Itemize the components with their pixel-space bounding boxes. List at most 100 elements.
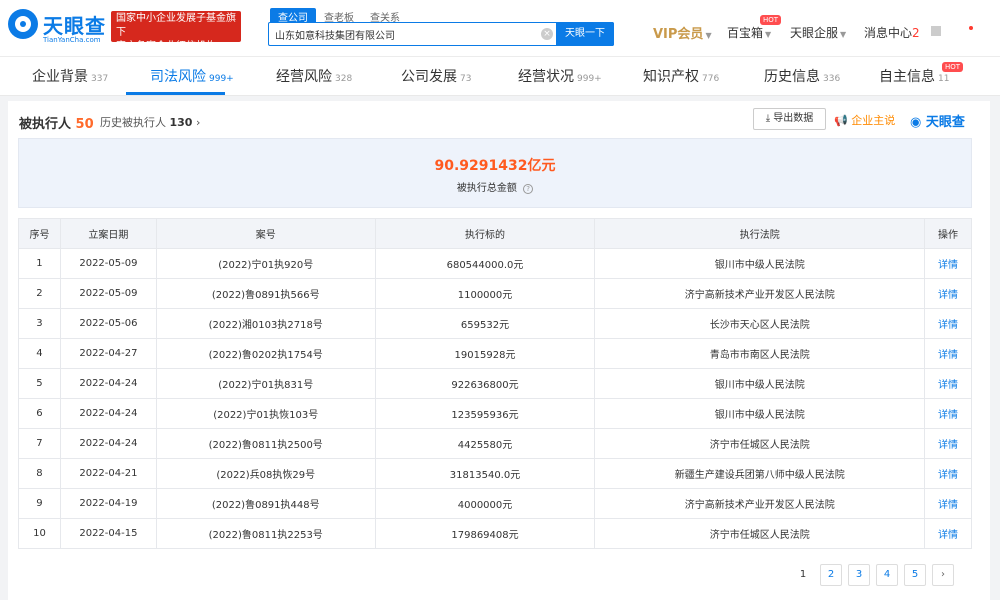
history-label: 历史被执行人 <box>100 116 166 129</box>
cell-case-number: (2022)鲁0811执2253号 <box>155 518 376 549</box>
owner-say-link[interactable]: 📢 企业主说 <box>834 112 895 128</box>
chevron-down-icon: ▼ <box>765 30 772 39</box>
tab-operating-risk[interactable]: 经营风险 328 <box>276 66 352 86</box>
detail-link[interactable]: 详情 <box>924 278 972 309</box>
gov-line-1: 国家中小企业发展子基金旗下 <box>116 13 236 38</box>
tab-label: 经营风险 <box>276 69 332 85</box>
cell-amount: 659532元 <box>374 308 596 339</box>
page-2-button[interactable]: 2 <box>820 564 842 586</box>
gov-certification-badge: 国家中小企业发展子基金旗下 官方备案企业征信机构 <box>111 11 241 52</box>
brand-logo: ◉ 天眼查 <box>910 111 965 130</box>
detail-link[interactable]: 详情 <box>924 458 972 489</box>
table-row: 6 2022-04-24 (2022)宁01执恢103号 123595936元 银川市中… <box>18 398 972 429</box>
detail-link[interactable]: 详情 <box>924 368 972 399</box>
detail-link[interactable]: 详情 <box>924 518 972 549</box>
page-5-button[interactable]: 5 <box>904 564 926 586</box>
export-data-button[interactable]: ⤓ 导出数据 <box>753 108 826 130</box>
table-row: 3 2022-05-06 (2022)湘0103执2718号 659532元 长沙市天心… <box>18 308 972 339</box>
cell-court: 银川市中级人民法院 <box>594 398 925 429</box>
cell-court: 青岛市市南区人民法院 <box>594 338 925 369</box>
help-icon[interactable]: ? <box>523 184 534 194</box>
tab-history[interactable]: 历史信息 336 <box>764 66 840 86</box>
detail-link[interactable]: 详情 <box>924 428 972 459</box>
next-page-button[interactable]: › <box>932 564 954 586</box>
col-court: 执行法院 <box>594 218 925 249</box>
brand-name: 天眼查 <box>925 115 965 130</box>
cell-court: 济宁市任城区人民法院 <box>594 518 925 549</box>
table-row: 2 2022-05-09 (2022)鲁0891执566号 1100000元 济宁高新技… <box>18 278 972 309</box>
cell-index: 1 <box>18 248 61 279</box>
vip-label: VIP会员 <box>653 27 704 42</box>
tab-count: 73 <box>460 74 472 84</box>
clear-icon[interactable]: × <box>541 28 553 40</box>
tab-self-info[interactable]: 自主信息 11 <box>879 66 949 86</box>
tab-count: 11 <box>938 74 950 84</box>
cell-amount: 4000000元 <box>374 488 596 519</box>
user-avatar-icon[interactable] <box>931 26 941 36</box>
cell-amount: 123595936元 <box>374 398 596 429</box>
hot-badge: HOT <box>942 62 964 72</box>
message-center[interactable]: 消息中心2 <box>864 24 920 41</box>
total-amount-label-row: 被执行总金额 ? <box>19 179 971 194</box>
detail-link[interactable]: 详情 <box>924 308 972 339</box>
logo[interactable]: 天眼查 TianYanCha.com <box>8 9 106 45</box>
section-title-label: 被执行人 <box>19 117 72 132</box>
brand-eye-icon: ◉ <box>910 115 922 130</box>
gov-line-2: 官方备案企业征信机构 <box>116 41 216 52</box>
cell-amount: 922636800元 <box>374 368 596 399</box>
vip-menu[interactable]: VIP会员 ▼ <box>653 23 712 42</box>
executed-person-panel: 被执行人 50 历史被执行人 130 › ⤓ 导出数据 📢 企业主说 ◉ 天眼查… <box>8 101 990 600</box>
search-input[interactable]: 山东如意科技集团有限公司 <box>275 27 395 42</box>
cell-date: 2022-04-24 <box>59 368 157 399</box>
col-amount: 执行标的 <box>374 218 596 249</box>
cell-court: 济宁市任城区人民法院 <box>594 428 925 459</box>
page-3-button[interactable]: 3 <box>848 564 870 586</box>
detail-link[interactable]: 详情 <box>924 248 972 279</box>
messages-label: 消息中心 <box>864 26 913 40</box>
page-4-button[interactable]: 4 <box>876 564 898 586</box>
table-row: 1 2022-05-09 (2022)宁01执920号 680544000.0元 银川市… <box>18 248 972 279</box>
enterprise-menu[interactable]: 天眼企服 ▼ <box>790 24 846 41</box>
detail-link[interactable]: 详情 <box>924 398 972 429</box>
detail-link[interactable]: 详情 <box>924 488 972 519</box>
cell-amount: 680544000.0元 <box>374 248 596 279</box>
search-button[interactable]: 天眼一下 <box>556 22 614 46</box>
owner-say-label: 企业主说 <box>851 114 896 127</box>
total-amount-summary: 90.9291432亿元 被执行总金额 ? <box>18 138 972 208</box>
active-tab-indicator <box>126 92 225 95</box>
cell-date: 2022-05-06 <box>59 308 157 339</box>
notification-dot <box>969 26 973 30</box>
cell-case-number: (2022)宁01执831号 <box>155 368 376 399</box>
tab-label: 自主信息 <box>879 69 935 85</box>
cell-case-number: (2022)兵08执恢29号 <box>155 458 376 489</box>
cell-amount: 179869408元 <box>374 518 596 549</box>
page-1-button[interactable]: 1 <box>792 564 814 586</box>
table-row: 9 2022-04-19 (2022)鲁0891执448号 4000000元 济宁高新技… <box>18 488 972 519</box>
tab-company-development[interactable]: 公司发展 73 <box>401 66 471 86</box>
table-row: 7 2022-04-24 (2022)鲁0811执2500号 4425580元 济宁市任… <box>18 428 972 459</box>
tab-intellectual-property[interactable]: 知识产权 776 <box>643 66 719 86</box>
pagination: 1 2 3 4 5 › <box>792 564 954 586</box>
chevron-down-icon: ▼ <box>705 31 712 40</box>
cell-index: 8 <box>18 458 61 489</box>
cell-case-number: (2022)湘0103执2718号 <box>155 308 376 339</box>
cell-date: 2022-05-09 <box>59 278 157 309</box>
tab-business-status[interactable]: 经营状况 999+ <box>518 66 602 86</box>
cell-index: 10 <box>18 518 61 549</box>
history-executed-link[interactable]: 历史被执行人 130 › <box>100 114 200 130</box>
detail-link[interactable]: 详情 <box>924 338 972 369</box>
cell-date: 2022-04-21 <box>59 458 157 489</box>
tab-company-background[interactable]: 企业背景 337 <box>32 66 108 86</box>
table-row: 10 2022-04-15 (2022)鲁0811执2253号 179869408元济… <box>18 518 972 549</box>
tab-judicial-risk[interactable]: 司法风险 999+ <box>150 66 234 86</box>
cell-date: 2022-04-19 <box>59 488 157 519</box>
search-box[interactable]: 山东如意科技集团有限公司 × 天眼一下 <box>268 22 614 46</box>
cell-case-number: (2022)鲁0811执2500号 <box>155 428 376 459</box>
treasure-menu[interactable]: 百宝箱 ▼ <box>727 24 771 41</box>
logo-title: 天眼查 <box>43 14 106 38</box>
top-header: 天眼查 TianYanCha.com 国家中小企业发展子基金旗下 官方备案企业征… <box>0 0 1000 57</box>
page: 天眼查 TianYanCha.com 国家中小企业发展子基金旗下 官方备案企业征… <box>0 0 1000 600</box>
total-amount-label: 被执行总金额 <box>456 183 517 194</box>
col-filing-date: 立案日期 <box>59 218 157 249</box>
total-amount: 90.9291432亿元 <box>434 158 556 174</box>
